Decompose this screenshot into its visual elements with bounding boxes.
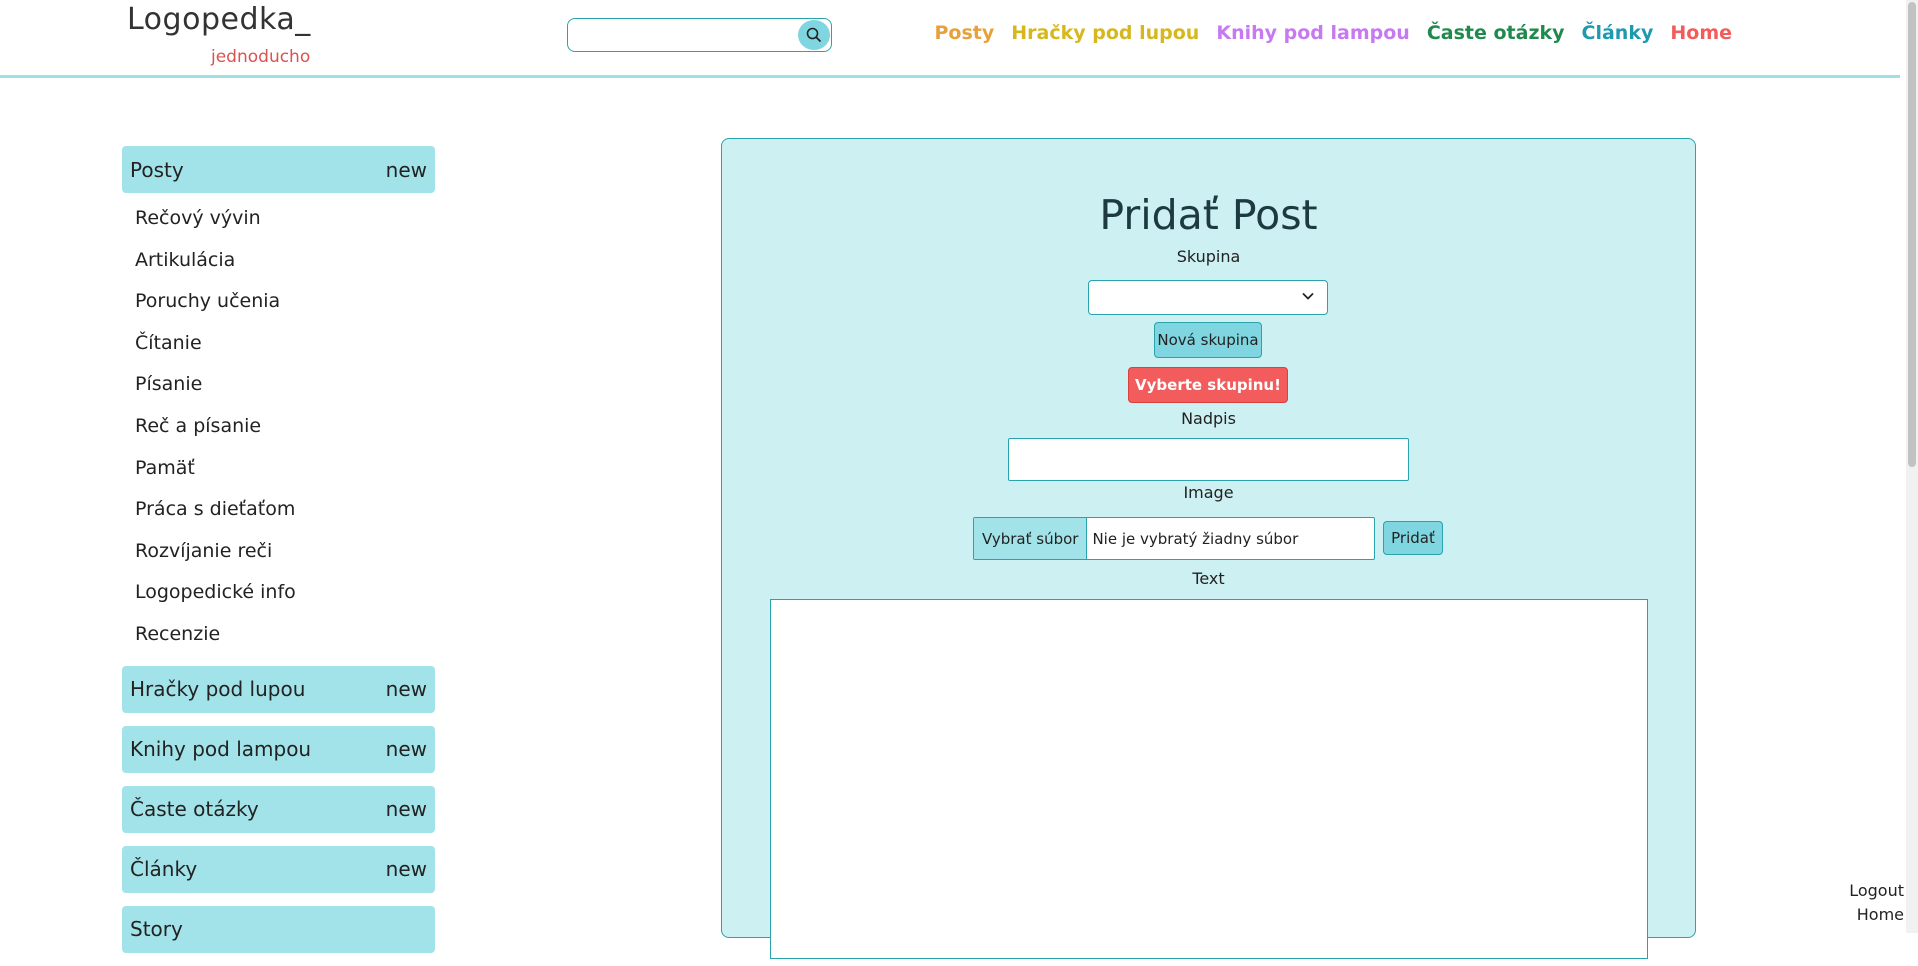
chevron-down-icon: [1302, 292, 1314, 300]
header: Logopedka_ jednoducho Posty Hračky pod lu…: [0, 0, 1900, 78]
sidebar: Posty new Rečový vývin Artikulácia Poruchy…: [122, 146, 435, 966]
new-group-button[interactable]: Nová skupina: [1154, 322, 1262, 358]
nav-link-home[interactable]: Home: [1670, 22, 1732, 44]
choose-file-button[interactable]: Vybrať súbor: [974, 518, 1088, 559]
file-status: Nie je vybratý žiadny súbor: [1092, 529, 1299, 548]
group-label: Skupina: [1176, 247, 1241, 266]
site-tagline: jednoducho: [211, 47, 311, 67]
add-post-form: Pridať Post Skupina Nová skupina Vyberte…: [721, 138, 1696, 959]
heading-label: Nadpis: [1181, 409, 1236, 428]
sidebar-section[interactable]: Časte otázky new: [122, 785, 435, 833]
sidebar-section[interactable]: Knihy pod lampou new: [122, 725, 435, 773]
search-input[interactable]: [567, 18, 832, 52]
sidebar-subitem[interactable]: Práca s dieťaťom: [122, 489, 435, 531]
sidebar-subitem[interactable]: Poruchy učenia: [122, 281, 435, 323]
new-badge: new: [385, 677, 427, 702]
sidebar-sections: Hračky pod lupou new Knihy pod lampou new Ča…: [122, 665, 435, 953]
sidebar-section-label: Články: [130, 857, 198, 882]
search-button[interactable]: [798, 20, 830, 50]
text-label: Text: [1192, 569, 1225, 588]
sidebar-section-label: Posty: [130, 157, 184, 182]
sidebar-section-posty[interactable]: Posty new: [122, 146, 435, 193]
nav-link-knihy-pod-lampou[interactable]: Knihy pod lampou: [1216, 22, 1409, 44]
heading-input[interactable]: [1008, 438, 1409, 481]
sidebar-subitem[interactable]: Písanie: [122, 364, 435, 406]
sidebar-section-label: Knihy pod lampou: [130, 737, 312, 762]
sidebar-section[interactable]: Hračky pod lupou new: [122, 665, 435, 713]
sidebar-subitem[interactable]: Rozvíjanie reči: [122, 531, 435, 573]
scrollbar-thumb[interactable]: [1908, 2, 1916, 467]
nav-link-hračky-pod-lupou[interactable]: Hračky pod lupou: [1011, 22, 1199, 44]
home-link[interactable]: Home: [1849, 903, 1904, 927]
sidebar-section[interactable]: Články new: [122, 845, 435, 893]
image-label: Image: [1183, 483, 1234, 502]
sidebar-subitem[interactable]: Recenzie: [122, 614, 435, 656]
sidebar-section-label: Hračky pod lupou: [130, 677, 306, 702]
top-nav: Posty Hračky pod lupou Knihy pod lampou Čas…: [934, 22, 1732, 44]
post-text-area[interactable]: [770, 599, 1648, 959]
logout-link[interactable]: Logout: [1849, 879, 1904, 903]
sidebar-subitem[interactable]: Čítanie: [122, 323, 435, 365]
new-badge: new: [385, 857, 427, 882]
nav-link-články[interactable]: Články: [1582, 22, 1654, 44]
sidebar-section-label: Story: [130, 917, 183, 942]
nav-link-časte-otázky[interactable]: Časte otázky: [1427, 22, 1565, 44]
new-badge: new: [385, 157, 427, 182]
sidebar-subitem[interactable]: Reč a písanie: [122, 406, 435, 448]
search-icon: [806, 27, 822, 43]
select-group-error: Vyberte skupinu!: [1128, 367, 1288, 403]
sidebar-section-label: Časte otázky: [130, 797, 259, 822]
footer-links: Logout Home: [1849, 879, 1904, 927]
sidebar-section[interactable]: Story: [122, 905, 435, 953]
image-file-input[interactable]: Vybrať súbor Nie je vybratý žiadny súbor: [973, 517, 1375, 560]
sidebar-subitem[interactable]: Pamäť: [122, 448, 435, 490]
sidebar-subitem[interactable]: Rečový vývin: [122, 198, 435, 240]
sidebar-subitem[interactable]: Artikulácia: [122, 240, 435, 282]
page-title: Pridať Post: [1099, 191, 1318, 239]
new-badge: new: [385, 797, 427, 822]
group-select[interactable]: [1088, 280, 1328, 315]
posty-subcategories: Rečový vývin Artikulácia Poruchy učenia Čít…: [122, 198, 435, 656]
page-scrollbar[interactable]: [1906, 0, 1918, 933]
new-badge: new: [385, 737, 427, 762]
site-logo[interactable]: Logopedka_: [127, 2, 311, 37]
add-image-button[interactable]: Pridať: [1383, 521, 1443, 555]
nav-link-posty[interactable]: Posty: [934, 22, 994, 44]
sidebar-subitem[interactable]: Logopedické info: [122, 572, 435, 614]
